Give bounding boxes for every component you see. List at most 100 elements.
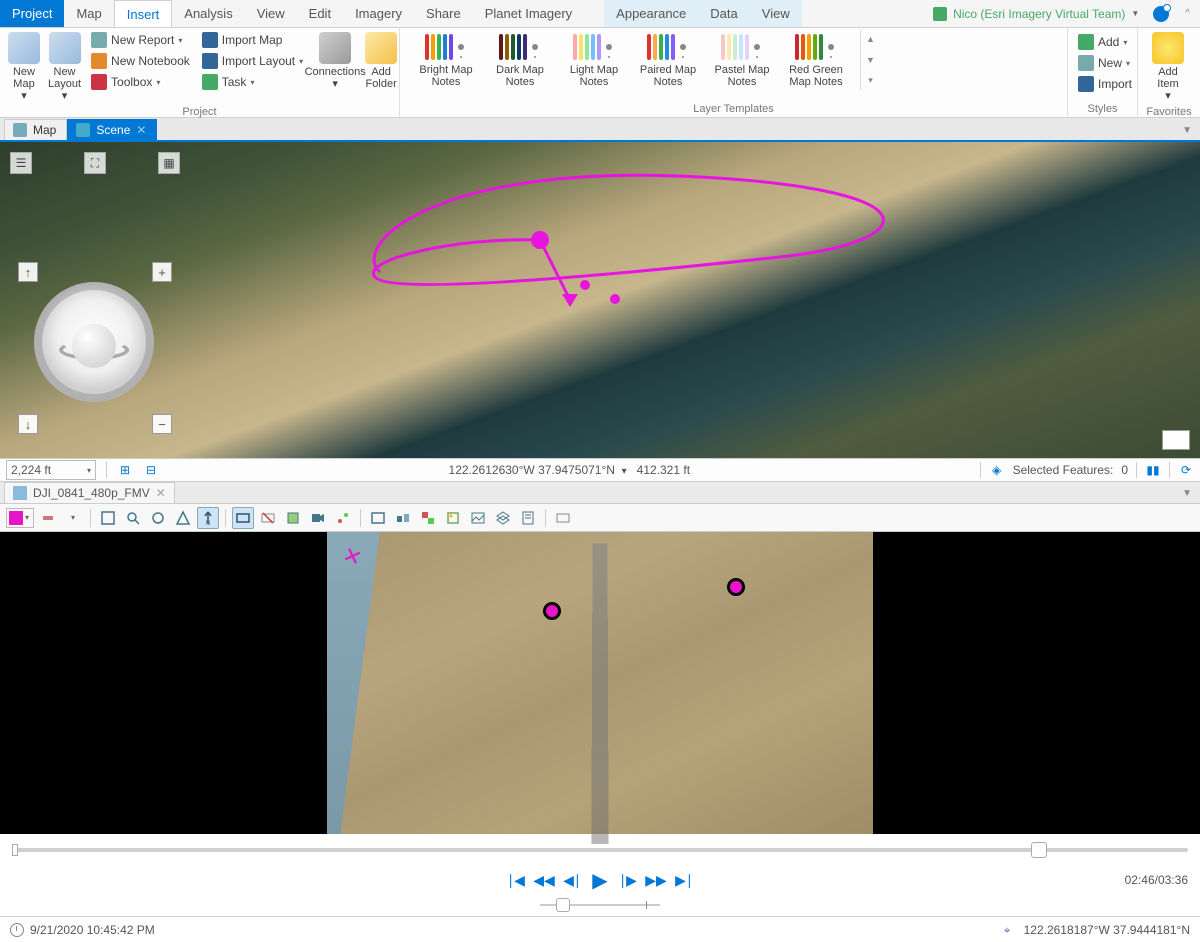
fmv-video-viewport[interactable]: ✕ (0, 532, 1200, 834)
gallery-expand-button[interactable]: ▾ (868, 75, 873, 86)
mosaic-tool[interactable] (442, 507, 464, 529)
export-ppt-tool[interactable] (417, 507, 439, 529)
close-icon[interactable]: ✕ (156, 486, 166, 500)
new-notebook-button[interactable]: New Notebook (87, 51, 194, 71)
marker-color-picker[interactable]: ▾ (6, 508, 34, 528)
bookmark-tool[interactable] (97, 507, 119, 529)
tabs-dropdown[interactable]: ▼ (1174, 121, 1200, 140)
context-tab-appearance[interactable]: Appearance (604, 0, 698, 27)
connections-button[interactable]: Connections ▾ (311, 30, 359, 92)
template-dark-map-notes[interactable]: Dark Map Notes (488, 34, 552, 88)
menu-insert[interactable]: Insert (114, 0, 173, 27)
zoom-to-tool[interactable] (122, 507, 144, 529)
menu-view[interactable]: View (245, 0, 297, 27)
speed-thumb[interactable] (556, 898, 570, 912)
new-map-button[interactable]: New Map ▾ (6, 30, 42, 104)
selection-icon[interactable]: ◈ (989, 462, 1005, 478)
gallery-up-button[interactable]: ▲ (866, 34, 875, 44)
symbol-picker[interactable]: ▾ (62, 507, 84, 529)
gallery-down-button[interactable]: ▼ (866, 55, 875, 65)
template-light-map-notes[interactable]: Light Map Notes (562, 34, 626, 88)
refresh-icon[interactable]: ⟳ (1178, 462, 1194, 478)
skip-end-button[interactable]: ▶∣ (675, 871, 693, 889)
clear-footprint-tool[interactable] (257, 507, 279, 529)
pause-drawing-icon[interactable]: ▮▮ (1145, 462, 1161, 478)
export-frame-tool[interactable] (367, 507, 389, 529)
context-tab-view[interactable]: View (750, 0, 802, 27)
point-tool[interactable] (37, 507, 59, 529)
measure-tool[interactable] (147, 507, 169, 529)
footprint-toggle[interactable] (232, 507, 254, 529)
look-down-button[interactable]: ↓ (18, 414, 38, 434)
notebook-icon (91, 53, 107, 69)
tab-map[interactable]: Map (4, 119, 67, 140)
timeline-playhead[interactable] (1031, 842, 1047, 858)
fast-forward-button[interactable]: ▶▶ (647, 871, 665, 889)
ribbon-collapse-icon[interactable]: ^ (1185, 8, 1190, 19)
play-button[interactable]: ▶ (591, 871, 609, 889)
snapping-icon[interactable]: ⊟ (143, 462, 159, 478)
menu-share[interactable]: Share (414, 0, 473, 27)
export-segment-tool[interactable] (392, 507, 414, 529)
styles-new-button[interactable]: New▾ (1074, 53, 1136, 73)
frame-center-tool[interactable] (172, 507, 194, 529)
explore-tool[interactable]: ☰ (10, 152, 32, 174)
zoom-in-button[interactable]: + (152, 262, 172, 282)
ribbon: New Map ▾ New Layout ▾ New Report▾ New N… (0, 28, 1200, 118)
clock-icon (10, 923, 24, 937)
look-up-button[interactable]: ↑ (18, 262, 38, 282)
scale-selector[interactable]: 2,224 ft ▾ (6, 460, 96, 480)
zoom-out-button[interactable]: − (152, 414, 172, 434)
frame-outline-tool[interactable] (282, 507, 304, 529)
metadata-tool[interactable] (517, 507, 539, 529)
display-options-tool[interactable] (552, 507, 574, 529)
timeline-start-handle[interactable] (12, 844, 18, 856)
add-folder-button[interactable]: Add Folder (363, 30, 399, 92)
context-tab-data[interactable]: Data (698, 0, 749, 27)
full-extent-tool[interactable]: ⛶ (84, 152, 106, 174)
close-icon[interactable]: ✕ (136, 123, 146, 137)
constraint-icon[interactable]: ⊞ (117, 462, 133, 478)
timeline-track[interactable] (12, 848, 1188, 852)
new-layout-button[interactable]: New Layout ▾ (46, 30, 83, 104)
template-pastel-map-notes[interactable]: Pastel Map Notes (710, 34, 774, 88)
menu-project[interactable]: Project (0, 0, 64, 27)
import-map-button[interactable]: Import Map (198, 30, 307, 50)
tab-scene[interactable]: Scene ✕ (67, 119, 157, 140)
navigator-compass[interactable] (34, 282, 154, 402)
video-timeline[interactable] (0, 834, 1200, 866)
tab-fmv-video[interactable]: DJI_0841_480p_FMV ✕ (4, 482, 175, 503)
template-red-green-map-notes[interactable]: Red Green Map Notes (784, 34, 848, 88)
task-button[interactable]: Task▾ (198, 72, 307, 92)
menu-imagery[interactable]: Imagery (343, 0, 414, 27)
basemap-button[interactable] (1162, 430, 1190, 450)
menu-map[interactable]: Map (64, 0, 113, 27)
image-tool[interactable] (467, 507, 489, 529)
menu-edit[interactable]: Edit (297, 0, 343, 27)
template-bright-map-notes[interactable]: Bright Map Notes (414, 34, 478, 88)
new-report-button[interactable]: New Report▾ (87, 30, 194, 50)
favorites-add-item-button[interactable]: Add Item ▾ (1144, 30, 1192, 104)
step-back-button[interactable]: ◀∣ (563, 871, 581, 889)
layers-tool[interactable] (492, 507, 514, 529)
tabs-dropdown[interactable]: ▼ (1174, 484, 1200, 503)
scene-viewport[interactable]: ☰ ⛶ ▦ ↑ + ↓ − (0, 142, 1200, 458)
skip-start-button[interactable]: ∣◀ (507, 871, 525, 889)
notification-icon[interactable] (1153, 6, 1169, 22)
menu-planet-imagery[interactable]: Planet Imagery (473, 0, 584, 27)
speed-slider[interactable] (540, 904, 660, 906)
styles-add-button[interactable]: Add▾ (1074, 32, 1136, 52)
record-tool[interactable] (307, 507, 329, 529)
rewind-button[interactable]: ◀◀ (535, 871, 553, 889)
import-layout-button[interactable]: Import Layout▾ (198, 51, 307, 71)
menu-analysis[interactable]: Analysis (172, 0, 244, 27)
sensor-trail-tool[interactable] (332, 507, 354, 529)
north-up-toggle[interactable]: N (197, 507, 219, 529)
step-forward-button[interactable]: ∣▶ (619, 871, 637, 889)
user-menu[interactable]: Nico (Esri Imagery Virtual Team) ▼ ^ (923, 0, 1200, 27)
navigator-widget[interactable]: ↑ + ↓ − (14, 252, 174, 452)
styles-import-button[interactable]: Import (1074, 74, 1136, 94)
grid-tool[interactable]: ▦ (158, 152, 180, 174)
toolbox-button[interactable]: Toolbox▾ (87, 72, 194, 92)
template-paired-map-notes[interactable]: Paired Map Notes (636, 34, 700, 88)
